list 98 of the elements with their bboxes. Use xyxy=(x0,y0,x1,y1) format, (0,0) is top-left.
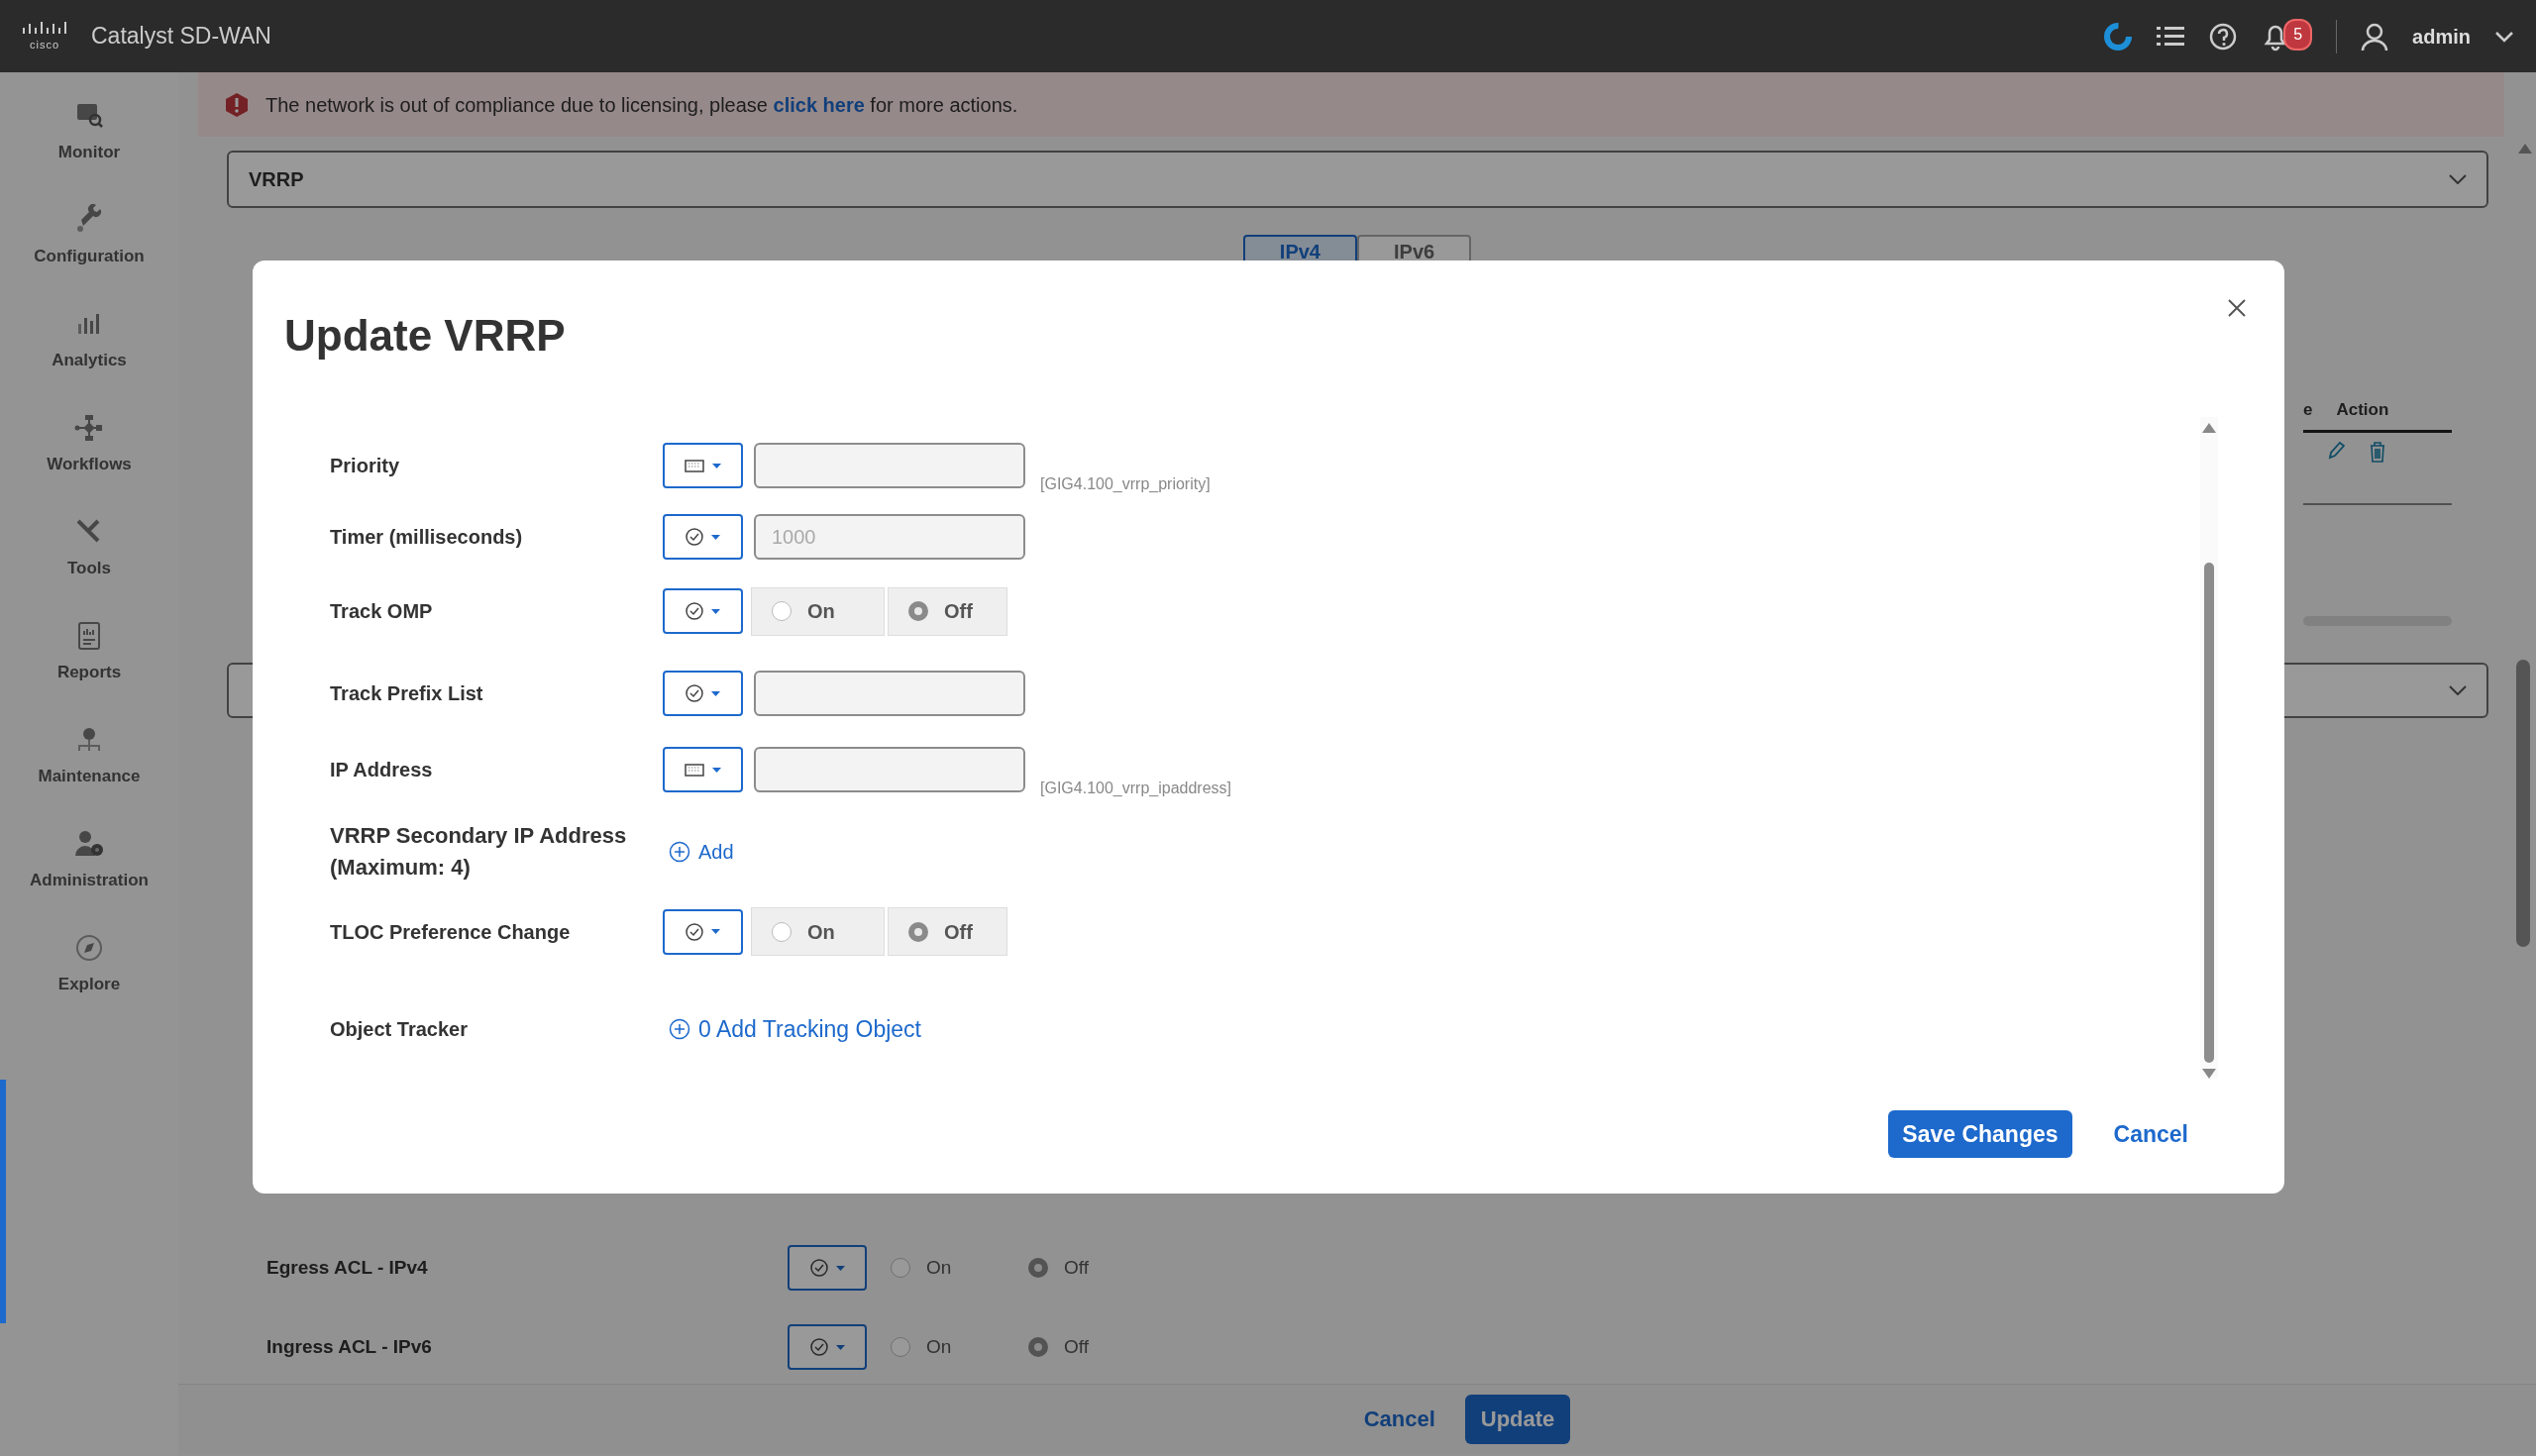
scope-dropdown[interactable] xyxy=(663,514,743,560)
check-circle-icon xyxy=(686,684,703,702)
check-circle-icon xyxy=(686,602,703,620)
field-label: Ingress ACL - IPv6 xyxy=(266,1334,433,1359)
scope-dropdown[interactable] xyxy=(788,1245,867,1291)
caret-icon xyxy=(711,534,720,540)
caret-icon xyxy=(711,608,720,614)
product-name: Catalyst SD-WAN xyxy=(91,22,271,52)
scroll-down-icon[interactable] xyxy=(2202,1069,2216,1079)
page-scrollbar[interactable] xyxy=(2516,660,2530,947)
update-button[interactable]: Update xyxy=(1464,1394,1571,1444)
scope-dropdown[interactable] xyxy=(663,908,743,955)
scope-dropdown[interactable] xyxy=(663,747,743,792)
column-header: Action xyxy=(2336,398,2389,421)
list-icon[interactable] xyxy=(2157,24,2185,49)
column-header: e xyxy=(2303,398,2313,421)
logo-text: cisco xyxy=(29,40,60,51)
toggle-option[interactable]: On xyxy=(751,907,885,957)
text-field[interactable] xyxy=(754,443,1025,488)
check-circle-icon xyxy=(686,528,703,546)
text-field[interactable] xyxy=(754,747,1025,792)
radio-button[interactable] xyxy=(891,1337,910,1357)
modal-scrollbar[interactable] xyxy=(2200,417,2218,1079)
radio-label: On xyxy=(926,1334,952,1359)
field-label: TLOC Preference Change xyxy=(330,919,572,945)
plus-circle-icon xyxy=(669,1018,690,1041)
scrollbar-thumb[interactable] xyxy=(2204,563,2214,1063)
notification-badge: 5 xyxy=(2283,18,2313,51)
alert-icon xyxy=(224,91,250,118)
add-link[interactable]: Add xyxy=(669,836,734,867)
close-icon xyxy=(2227,298,2247,318)
scope-dropdown[interactable] xyxy=(788,1324,867,1370)
check-circle-icon xyxy=(686,922,703,941)
field-label: Object Tracker xyxy=(330,1017,469,1043)
field-label: Track Prefix List xyxy=(330,681,484,706)
field-label: VRRP Secondary IP Address (Maximum: 4) xyxy=(330,822,628,882)
check-circle-icon xyxy=(809,1259,828,1277)
chevron-down-icon xyxy=(2449,685,2467,695)
add-link[interactable]: 0 Add Tracking Object xyxy=(669,1011,921,1047)
radio-button[interactable] xyxy=(1028,1258,1048,1278)
nav-item[interactable]: Reports xyxy=(56,659,122,685)
caret-icon xyxy=(712,463,721,468)
radio-label: Off xyxy=(1064,1255,1089,1280)
nav-item[interactable]: Workflows xyxy=(47,451,132,477)
radio-button[interactable] xyxy=(1028,1337,1048,1357)
chevron-down-icon[interactable] xyxy=(2494,30,2514,43)
dropdown-value: VRRP xyxy=(249,167,305,192)
nav-item[interactable]: Analytics xyxy=(52,347,127,373)
chevron-down-icon xyxy=(2449,174,2467,184)
variable-hint: [GIG4.100_vrrp_ipaddress] xyxy=(1040,779,1231,798)
banner-link[interactable]: click here xyxy=(773,93,865,116)
field-label: Track OMP xyxy=(330,599,434,624)
nav-item[interactable]: Tools xyxy=(66,555,112,581)
keyboard-icon xyxy=(685,459,704,472)
swirl-icon[interactable] xyxy=(2103,21,2134,52)
nav-item[interactable]: Maintenance xyxy=(38,763,141,789)
keyboard-icon xyxy=(685,763,704,777)
field-label: IP Address xyxy=(330,758,434,782)
plus-circle-icon xyxy=(669,840,690,863)
pencil-icon[interactable] xyxy=(2327,441,2345,461)
caret-icon xyxy=(712,767,721,773)
check-circle-icon xyxy=(809,1338,828,1356)
caret-icon xyxy=(711,690,720,696)
caret-icon xyxy=(835,1265,845,1271)
toggle-option[interactable]: Off xyxy=(888,586,1007,636)
trash-icon[interactable] xyxy=(2369,441,2386,463)
modal-title: Update VRRP xyxy=(284,310,566,362)
feature-dropdown[interactable]: VRRP xyxy=(227,151,2488,208)
radio-label: On xyxy=(926,1255,952,1280)
toggle-option[interactable]: On xyxy=(751,586,885,636)
scope-dropdown[interactable] xyxy=(663,588,743,634)
save-button[interactable]: Save Changes xyxy=(1888,1110,2072,1158)
field-label: Egress ACL - IPv4 xyxy=(266,1255,429,1280)
banner-message: The network is out of compliance due to licensing, please click here for more actions. xyxy=(265,92,1018,118)
radio-button[interactable] xyxy=(891,1258,910,1278)
field-label: Priority xyxy=(330,454,401,478)
radio-label: Off xyxy=(1064,1334,1089,1359)
text-field[interactable]: 1000 xyxy=(754,514,1025,560)
toggle-option[interactable]: Off xyxy=(888,907,1007,957)
nav-item[interactable]: Administration xyxy=(30,867,149,893)
cancel-button[interactable]: Cancel xyxy=(1357,1402,1441,1436)
caret-icon xyxy=(835,1344,845,1350)
nav-item[interactable]: Explore xyxy=(57,971,121,997)
scope-dropdown[interactable] xyxy=(663,671,743,716)
logo-bars-icon xyxy=(22,22,67,36)
nav-item[interactable]: Configuration xyxy=(34,243,145,269)
user-icon[interactable] xyxy=(2361,21,2389,52)
scroll-up-icon[interactable] xyxy=(2202,423,2216,433)
text-field[interactable] xyxy=(754,671,1025,716)
help-icon[interactable] xyxy=(2208,21,2239,52)
field-label: Timer (milliseconds) xyxy=(330,525,524,550)
variable-hint: [GIG4.100_vrrp_priority] xyxy=(1040,474,1211,494)
cancel-button[interactable]: Cancel xyxy=(2113,1116,2188,1152)
user-name[interactable]: admin xyxy=(2412,21,2471,52)
scope-dropdown[interactable] xyxy=(663,443,743,488)
scroll-up-icon[interactable] xyxy=(2518,144,2532,154)
caret-icon xyxy=(711,929,720,935)
nav-item[interactable]: Monitor xyxy=(57,139,121,165)
